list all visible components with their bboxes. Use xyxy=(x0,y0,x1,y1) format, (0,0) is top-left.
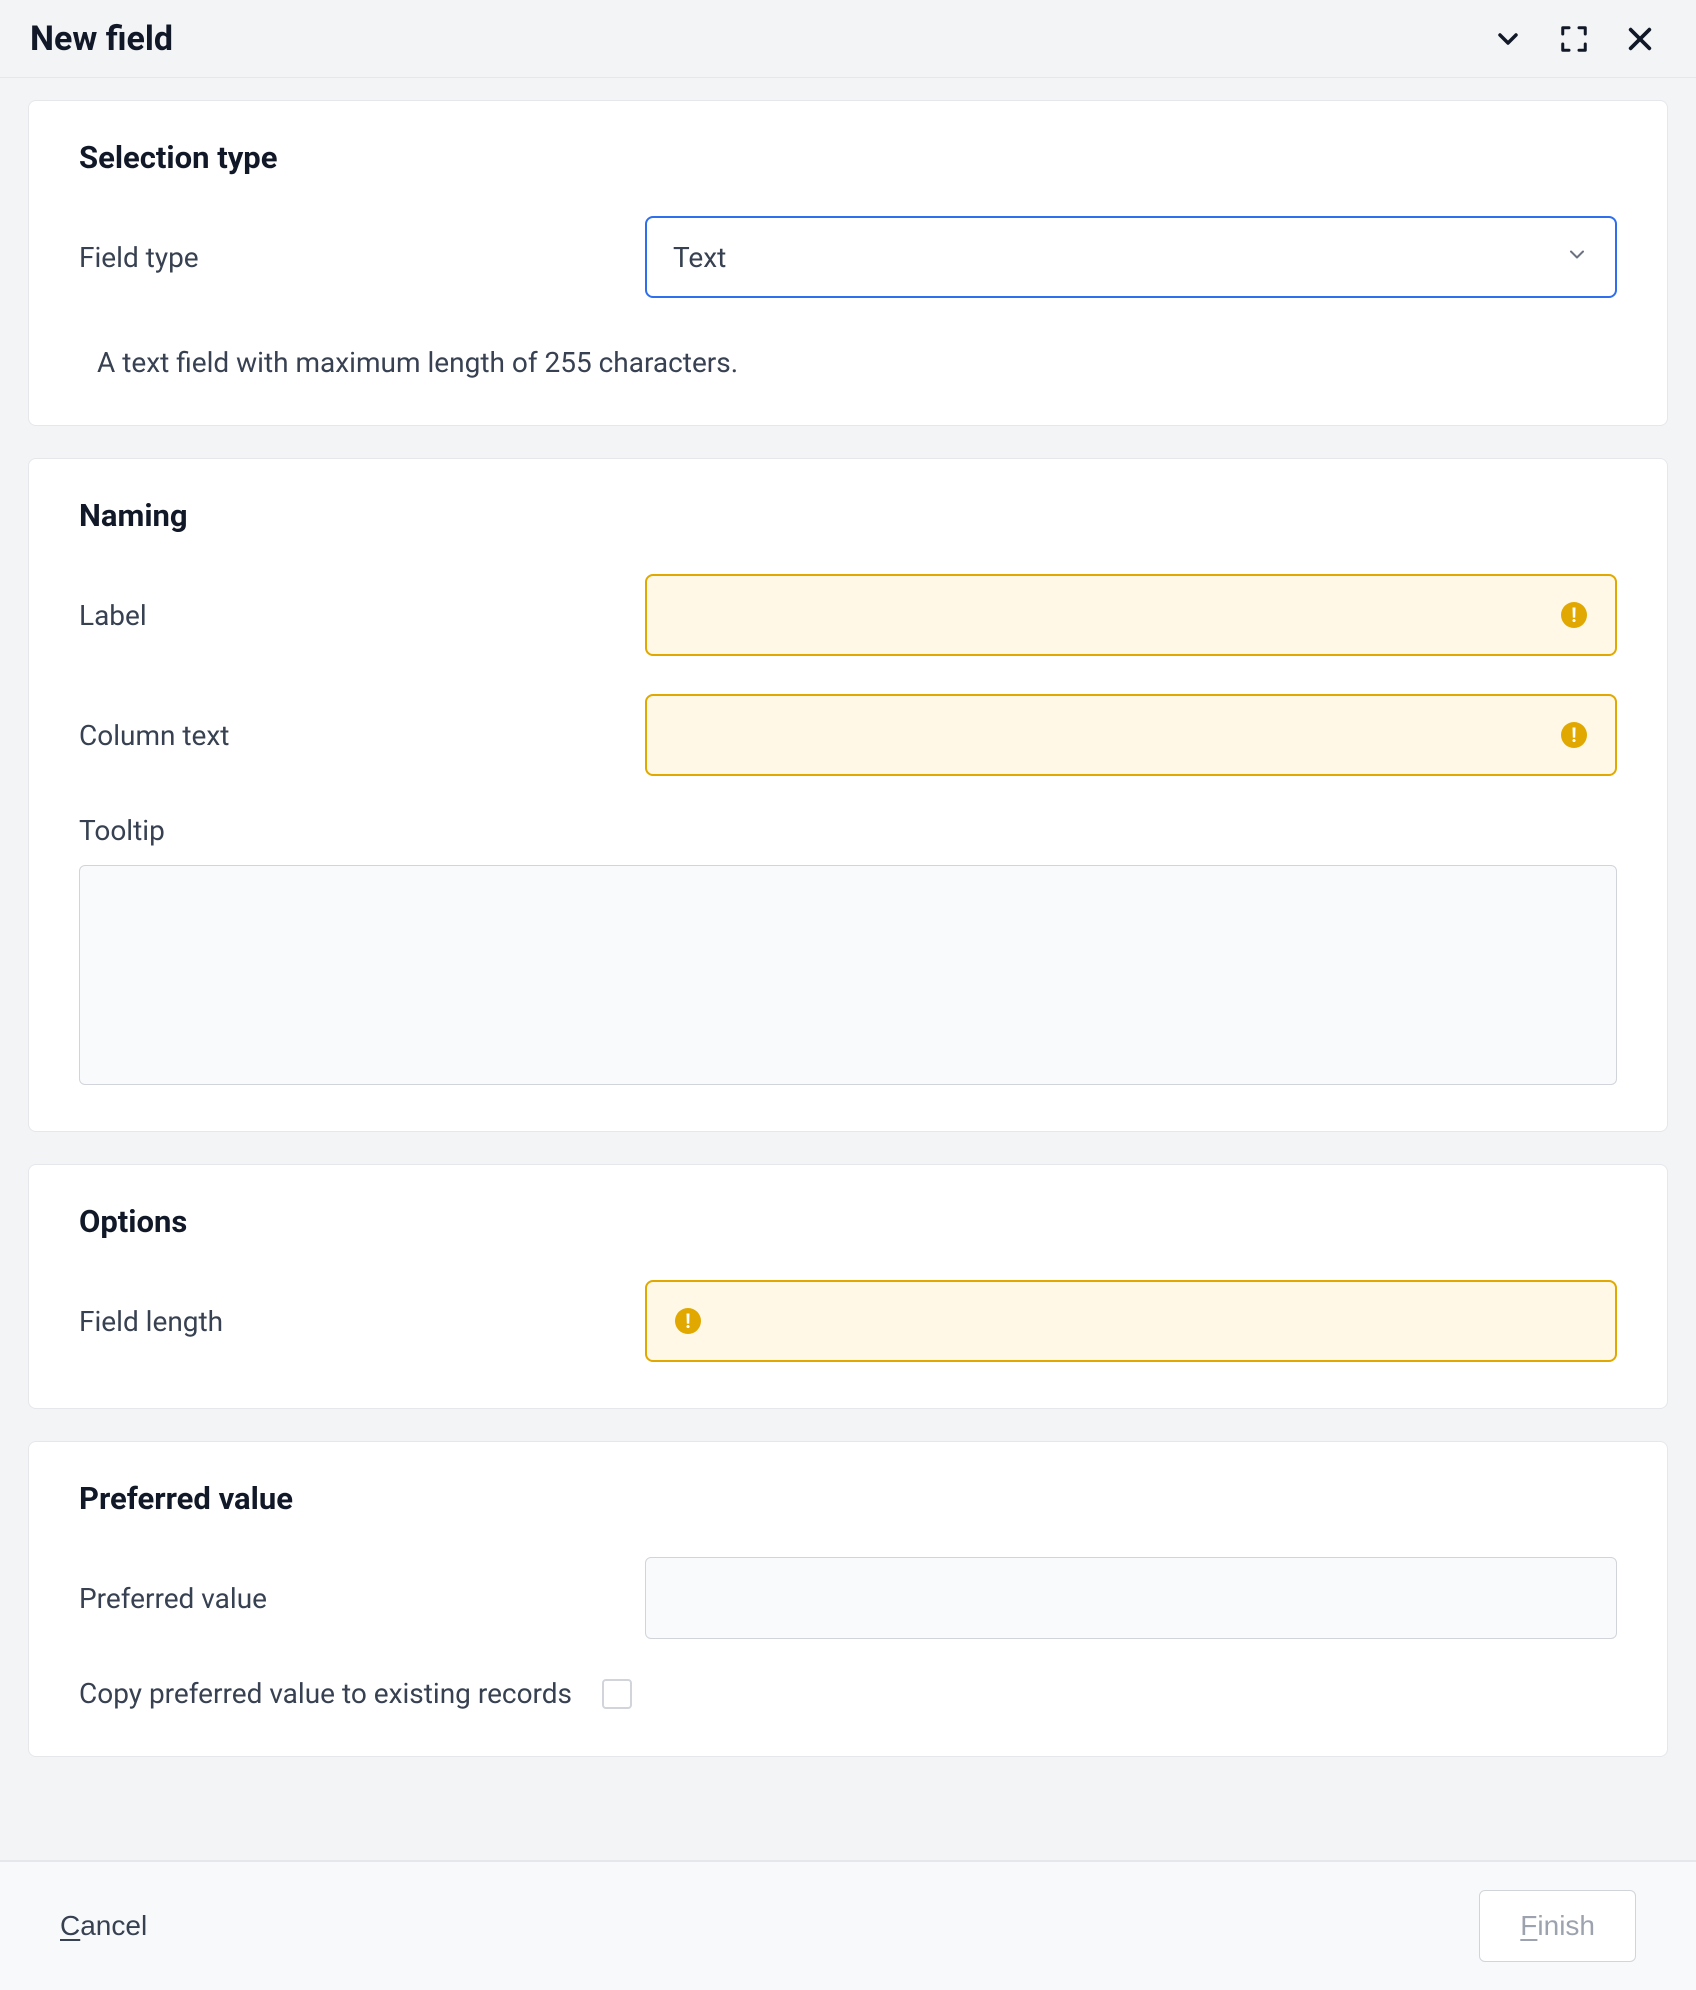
preferred-value-label: Preferred value xyxy=(79,1582,645,1615)
column-text-label: Column text xyxy=(79,719,645,752)
field-type-select[interactable]: Text xyxy=(645,216,1617,298)
column-text-input[interactable]: ! xyxy=(645,694,1617,776)
row-tooltip: Tooltip xyxy=(79,814,1617,1085)
finish-button[interactable]: Finish xyxy=(1479,1890,1636,1962)
row-preferred-value: Preferred value xyxy=(79,1557,1617,1639)
maximize-icon[interactable] xyxy=(1558,23,1590,55)
section-options: Options Field length ! xyxy=(28,1164,1668,1409)
field-type-label: Field type xyxy=(79,241,645,274)
warning-icon: ! xyxy=(1561,602,1587,628)
warning-icon: ! xyxy=(675,1308,701,1334)
dialog-content: Selection type Field type Text A text fi… xyxy=(0,78,1696,1757)
chevron-down-icon xyxy=(1565,241,1589,274)
label-input[interactable]: ! xyxy=(645,574,1617,656)
section-title-options: Options xyxy=(79,1203,1617,1240)
dialog-title: New field xyxy=(30,19,1492,59)
copy-preferred-label: Copy preferred value to existing records xyxy=(79,1677,572,1710)
row-column-text: Column text ! xyxy=(79,694,1617,776)
row-field-length: Field length ! xyxy=(79,1280,1617,1362)
section-title-naming: Naming xyxy=(79,497,1617,534)
row-label: Label ! xyxy=(79,574,1617,656)
cancel-button[interactable]: Cancel xyxy=(60,1910,147,1942)
field-type-help: A text field with maximum length of 255 … xyxy=(79,336,1617,379)
row-copy-preferred: Copy preferred value to existing records xyxy=(79,1677,1617,1710)
preferred-value-input[interactable] xyxy=(645,1557,1617,1639)
section-title-selection: Selection type xyxy=(79,139,1617,176)
copy-preferred-checkbox[interactable] xyxy=(602,1679,632,1709)
section-title-preferred: Preferred value xyxy=(79,1480,1617,1517)
finish-rest: inish xyxy=(1537,1910,1595,1941)
dialog-header: New field xyxy=(0,0,1696,78)
field-type-value: Text xyxy=(673,241,726,274)
close-icon[interactable] xyxy=(1624,23,1656,55)
collapse-icon[interactable] xyxy=(1492,23,1524,55)
tooltip-label: Tooltip xyxy=(79,814,1617,847)
field-length-label: Field length xyxy=(79,1305,645,1338)
tooltip-textarea[interactable] xyxy=(79,865,1617,1085)
section-preferred-value: Preferred value Preferred value Copy pre… xyxy=(28,1441,1668,1757)
section-selection-type: Selection type Field type Text A text fi… xyxy=(28,100,1668,426)
section-naming: Naming Label ! Column text ! Tooltip xyxy=(28,458,1668,1132)
field-length-input[interactable]: ! xyxy=(645,1280,1617,1362)
dialog-footer: Cancel Finish xyxy=(0,1860,1696,1990)
row-field-type: Field type Text xyxy=(79,216,1617,298)
warning-icon: ! xyxy=(1561,722,1587,748)
cancel-rest: ancel xyxy=(80,1910,147,1941)
label-label: Label xyxy=(79,599,645,632)
header-actions xyxy=(1492,23,1666,55)
